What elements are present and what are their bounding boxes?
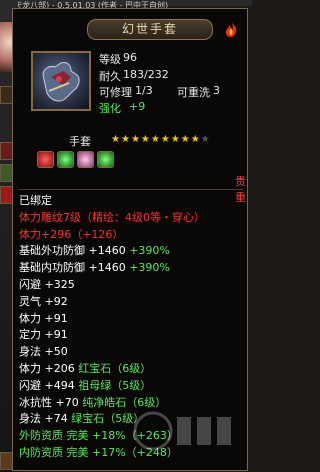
attribute-line: 基础内功防御 +1460 +390% [19,260,247,277]
flame-icon [225,21,237,37]
star-filled-icon: ★ [120,134,131,145]
attribute-line: 身法 +50 [19,345,68,359]
star-filled-icon: ★ [190,134,201,145]
attribute-line: 闪避 +325 [19,277,75,291]
slot-label: 手套 [69,135,91,148]
repair-label: 可修理 [99,86,132,99]
item-tooltip: 幻世手套 等级 96 耐久 183/232 可修理 1/3 可重洗 3 强化 +… [12,8,248,471]
attribute-main: 基础内功防御 +1460 [19,261,130,275]
attribute-main: 基础外功防御 +1460 [19,244,130,258]
attribute-main: 体力 +206 [19,361,79,375]
attribute-extra: 祖母绿（5级） [78,378,152,392]
pink-gem-icon[interactable] [77,151,94,168]
attribute-main: 冰抗性 +70 [19,395,83,409]
star-empty-icon: ★ [200,134,211,145]
attribute-line: 体力+296（+126） [19,227,124,241]
repair-value: 1/3 [135,84,153,97]
item-title: 幻世手套 [87,19,213,40]
attribute-extra: +390% [129,244,170,258]
green-gem-icon[interactable] [57,151,74,168]
star-filled-icon: ★ [130,134,141,145]
attribute-line: 体力雕纹7级（精绘：4级0等・穿心） [19,210,205,224]
enhance-label: 强化 [99,102,121,115]
attribute-main: 闪避 +494 [19,378,79,392]
attribute-line: 闪避 +494 祖母绿（5级） [19,378,247,395]
enhance-value: +9 [129,100,146,113]
item-icon-gloves [31,51,91,111]
star-filled-icon: ★ [170,134,181,145]
star-filled-icon: ★ [180,134,191,145]
durability-label: 耐久 [99,70,121,83]
level-value: 96 [123,51,137,64]
level-label: 等级 [99,53,121,66]
attribute-line: 定力 +91 [19,328,68,342]
attribute-extra: 红宝石（6级） [78,361,152,375]
rewash-value: 3 [213,84,220,97]
attribute-line: 灵气 +92 [19,294,68,308]
red-gem-icon[interactable] [37,151,54,168]
gem-slots [37,151,114,168]
attribute-main: 身法 +74 [19,412,72,426]
star-filled-icon: ★ [111,134,121,145]
rewash-label: 可重洗 [177,86,210,99]
green-gem-icon[interactable] [97,151,114,168]
watermark-logo [133,411,231,451]
star-filled-icon: ★ [160,134,171,145]
attribute-line: 体力 +91 [19,311,68,325]
attribute-main: 外防资质 [19,429,67,443]
star-filled-icon: ★ [140,134,151,145]
divider [19,189,243,190]
attribute-extra: +390% [129,261,170,275]
attribute-line: 已绑定 [19,194,52,207]
durability-value: 183/232 [123,68,169,81]
gloves-icon [42,62,80,102]
attribute-main: 内防资质 [19,445,67,459]
attribute-line: 基础外功防御 +1460 +390% [19,243,247,260]
star-filled-icon: ★ [150,134,161,145]
attribute-line: 体力 +206 红宝石（6级） [19,361,247,378]
star-rating: ★★★★★★★★★★ [111,134,211,145]
